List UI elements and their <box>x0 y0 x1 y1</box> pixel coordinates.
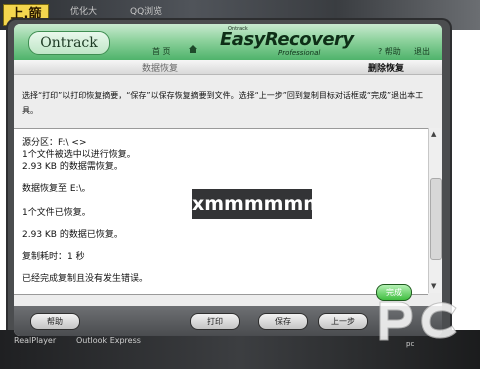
back-button[interactable]: 上一步 <box>318 313 368 330</box>
app-header: Ontrack 首 页 Ontrack EasyRecovery Profess… <box>14 24 442 60</box>
scroll-down-icon[interactable]: ▼ <box>431 282 436 290</box>
desktop-text: Outlook Express <box>76 336 141 345</box>
step-data-recovery: 数据恢复 <box>142 64 179 74</box>
home-link[interactable]: 首 页 <box>152 46 171 57</box>
logo-subtitle: Professional <box>278 49 321 57</box>
home-icon[interactable] <box>188 44 198 56</box>
log-line: 1个文件已恢复。 <box>22 208 91 218</box>
watermark-text: pc <box>406 340 415 348</box>
scroll-thumb[interactable] <box>430 178 442 260</box>
log-line: 2.93 KB 的数据需恢复。 <box>22 162 123 172</box>
ontrack-logo: Ontrack <box>28 31 110 55</box>
scroll-up-icon[interactable]: ▲ <box>431 130 436 138</box>
step-bar: 数据恢复 删除恢复 <box>14 60 442 75</box>
log-line: 数据恢复至 E:\。 <box>22 184 91 194</box>
pc-watermark-logo <box>374 292 464 346</box>
exit-link[interactable]: 退出 <box>414 46 430 57</box>
instruction-text: 选择“打印”以打印恢复摘要，“保存”以保存恢复摘要到文件。选择“上一步”回到复制… <box>22 91 424 115</box>
log-line: 2.93 KB 的数据已恢复。 <box>22 230 123 240</box>
help-link[interactable]: ? 帮助 <box>378 46 401 57</box>
easyrecovery-logo: EasyRecovery <box>220 29 354 50</box>
redaction-box: xmmmmmmx <box>192 189 335 219</box>
help-button[interactable]: 帮助 <box>30 313 80 330</box>
home-label: 首 页 <box>152 47 171 56</box>
desktop-text: RealPlayer <box>14 336 57 345</box>
log-line: 复制耗时：1 秒 <box>22 252 85 262</box>
log-scrollbar[interactable]: ▲ ▼ <box>428 128 442 293</box>
print-button[interactable]: 打印 <box>190 313 240 330</box>
log-line: 已经完成复制且没有发生错误。 <box>22 274 149 284</box>
step-deleted-recovery: 删除恢复 <box>368 64 405 74</box>
desktop-text: 优化大 <box>70 7 98 17</box>
desktop-text: QQ浏览 <box>130 7 163 17</box>
save-button[interactable]: 保存 <box>258 313 308 330</box>
